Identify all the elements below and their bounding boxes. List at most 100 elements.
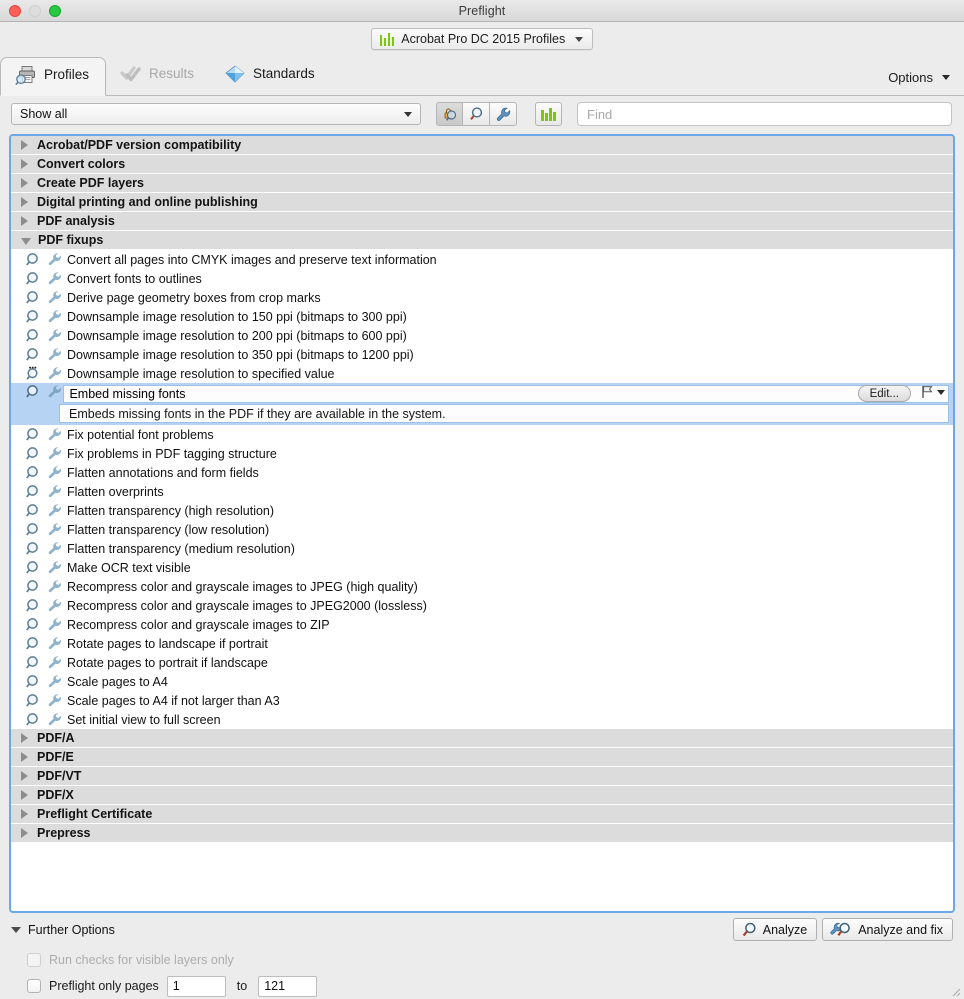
group-label: PDF/A bbox=[37, 731, 75, 745]
options-menu-label: Options bbox=[888, 70, 933, 85]
selected-item-header: Embed missing fonts Edit... bbox=[11, 383, 953, 404]
group-label: Convert colors bbox=[37, 157, 125, 171]
row-icons bbox=[25, 655, 63, 670]
lock-magnifier-tool-button[interactable] bbox=[436, 102, 463, 126]
row-icons bbox=[25, 252, 63, 267]
wrench-icon bbox=[46, 598, 63, 613]
row-icons bbox=[25, 309, 63, 324]
list-item[interactable]: Derive page geometry boxes from crop mar… bbox=[11, 288, 953, 307]
group-header-prepress[interactable]: Prepress bbox=[11, 824, 953, 843]
show-filter-select[interactable]: Show all bbox=[11, 103, 421, 125]
resize-grip-icon[interactable] bbox=[949, 985, 961, 997]
list-item[interactable]: Flatten transparency (low resolution) bbox=[11, 520, 953, 539]
wrench-icon bbox=[46, 655, 63, 670]
list-item[interactable]: Scale pages to A4 bbox=[11, 672, 953, 691]
group-header-create-pdf-layers[interactable]: Create PDF layers bbox=[11, 174, 953, 193]
group-header-pdf-a[interactable]: PDF/A bbox=[11, 729, 953, 748]
find-field-wrapper[interactable] bbox=[577, 102, 952, 126]
list-item[interactable]: Flatten transparency (high resolution) bbox=[11, 501, 953, 520]
tab-profiles-label: Profiles bbox=[44, 67, 89, 82]
list-item[interactable]: Flatten transparency (medium resolution) bbox=[11, 539, 953, 558]
chevron-right-icon bbox=[21, 197, 28, 207]
list-item-label: Recompress color and grayscale images to… bbox=[63, 599, 427, 613]
list-item[interactable]: Recompress color and grayscale images to… bbox=[11, 615, 953, 634]
list-item[interactable]: Rotate pages to landscape if portrait bbox=[11, 634, 953, 653]
magnifier-icon bbox=[25, 384, 42, 399]
magnifier-icon bbox=[25, 636, 42, 651]
visible-layers-checkbox-row[interactable]: Run checks for visible layers only bbox=[11, 947, 953, 973]
tab-results-label: Results bbox=[149, 66, 194, 81]
page-to-input[interactable] bbox=[258, 976, 317, 997]
list-item[interactable]: Downsample image resolution to 200 ppi (… bbox=[11, 326, 953, 345]
options-menu-button[interactable]: Options bbox=[888, 70, 950, 85]
list-item-label: Rotate pages to landscape if portrait bbox=[63, 637, 268, 651]
list-item[interactable]: Convert fonts to outlines bbox=[11, 269, 953, 288]
group-header-pdf-e[interactable]: PDF/E bbox=[11, 748, 953, 767]
wrench-tool-button[interactable] bbox=[490, 102, 517, 126]
group-header-preflight-certificate[interactable]: Preflight Certificate bbox=[11, 805, 953, 824]
find-input[interactable] bbox=[587, 107, 942, 122]
show-filter-value: Show all bbox=[20, 107, 67, 121]
list-item[interactable]: Set initial view to full screen bbox=[11, 710, 953, 729]
wrench-magnifier-icon bbox=[830, 922, 853, 938]
analyze-and-fix-button[interactable]: Analyze and fix bbox=[822, 918, 953, 941]
page-from-input[interactable] bbox=[167, 976, 226, 997]
magnifier-icon bbox=[25, 347, 42, 362]
group-header-pdf-analysis[interactable]: PDF analysis bbox=[11, 212, 953, 231]
chevron-down-icon bbox=[937, 390, 945, 395]
flag-dropdown[interactable] bbox=[921, 385, 945, 399]
titlebar: Preflight bbox=[0, 0, 964, 22]
visible-layers-label: Run checks for visible layers only bbox=[49, 953, 234, 967]
list-item[interactable]: Recompress color and grayscale images to… bbox=[11, 577, 953, 596]
magnifier-icon bbox=[25, 328, 42, 343]
printer-magnifier-icon bbox=[15, 65, 37, 85]
list-item[interactable]: Convert all pages into CMYK images and p… bbox=[11, 250, 953, 269]
group-header-pdf-fixups[interactable]: PDF fixups bbox=[11, 231, 953, 250]
profiles-list-panel[interactable]: Acrobat/PDF version compatibility Conver… bbox=[9, 134, 955, 913]
list-item[interactable]: Downsample image resolution to 350 ppi (… bbox=[11, 345, 953, 364]
group-header-acrobat-pdf-version-compatibility[interactable]: Acrobat/PDF version compatibility bbox=[11, 136, 953, 155]
row-icons bbox=[25, 446, 63, 461]
wrench-icon bbox=[46, 366, 63, 381]
favorites-filter-button[interactable] bbox=[535, 102, 562, 126]
row-icons bbox=[25, 693, 63, 708]
list-item-label: Convert fonts to outlines bbox=[63, 272, 202, 286]
list-item[interactable]: Recompress color and grayscale images to… bbox=[11, 596, 953, 615]
selected-list-item[interactable]: Embed missing fonts Edit... Embeds missi… bbox=[11, 383, 953, 425]
chevron-right-icon bbox=[21, 159, 28, 169]
wrench-icon bbox=[46, 484, 63, 499]
magnifier-icon bbox=[25, 484, 42, 499]
profile-selector-button[interactable]: Acrobat Pro DC 2015 Profiles bbox=[371, 28, 593, 50]
magnifier-tool-button[interactable] bbox=[463, 102, 490, 126]
group-header-convert-colors[interactable]: Convert colors bbox=[11, 155, 953, 174]
profiles-list: Acrobat/PDF version compatibility Conver… bbox=[11, 136, 953, 911]
tab-results[interactable]: Results bbox=[106, 56, 210, 95]
analyze-button-label: Analyze bbox=[763, 923, 807, 937]
list-item[interactable]: Make OCR text visible bbox=[11, 558, 953, 577]
list-item[interactable]: Fix problems in PDF tagging structure bbox=[11, 444, 953, 463]
list-item[interactable]: Flatten overprints bbox=[11, 482, 953, 501]
further-options-toggle[interactable]: Further Options bbox=[11, 923, 115, 937]
page-range-to-label: to bbox=[237, 979, 247, 993]
list-item[interactable]: Fix potential font problems bbox=[11, 425, 953, 444]
wrench-icon bbox=[46, 617, 63, 632]
list-item[interactable]: Downsample image resolution to specified… bbox=[11, 364, 953, 383]
list-item[interactable]: Rotate pages to portrait if landscape bbox=[11, 653, 953, 672]
profile-selector-row: Acrobat Pro DC 2015 Profiles bbox=[0, 22, 964, 56]
preflight-pages-checkbox[interactable] bbox=[27, 979, 41, 993]
wrench-icon bbox=[46, 290, 63, 305]
visible-layers-checkbox[interactable] bbox=[27, 953, 41, 967]
list-item[interactable]: Flatten annotations and form fields bbox=[11, 463, 953, 482]
group-header-pdf-x[interactable]: PDF/X bbox=[11, 786, 953, 805]
tab-profiles[interactable]: Profiles bbox=[0, 57, 106, 96]
list-item-label: Convert all pages into CMYK images and p… bbox=[63, 253, 437, 267]
group-header-pdf-vt[interactable]: PDF/VT bbox=[11, 767, 953, 786]
list-item[interactable]: Downsample image resolution to 150 ppi (… bbox=[11, 307, 953, 326]
magnifier-icon bbox=[25, 712, 42, 727]
edit-button[interactable]: Edit... bbox=[858, 385, 911, 402]
group-header-digital-printing-and-online-publishing[interactable]: Digital printing and online publishing bbox=[11, 193, 953, 212]
analyze-button[interactable]: Analyze bbox=[733, 918, 817, 941]
wrench-icon bbox=[46, 271, 63, 286]
list-item[interactable]: Scale pages to A4 if not larger than A3 bbox=[11, 691, 953, 710]
tab-standards[interactable]: Standards bbox=[210, 56, 331, 95]
